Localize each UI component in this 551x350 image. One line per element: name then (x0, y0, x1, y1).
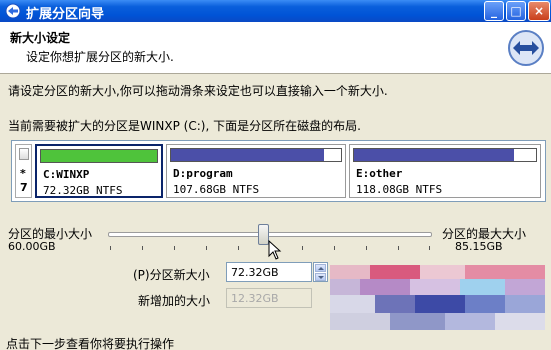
partition-e-usage-bar (353, 148, 537, 162)
disk-legend: * 7 (15, 144, 32, 198)
window-titlebar[interactable]: 扩展分区向导 _ □ × (0, 0, 551, 22)
window-title: 扩展分区向导 (26, 7, 105, 22)
resize-arrows-icon (508, 30, 544, 66)
partition-c-usage-fill (41, 150, 157, 162)
added-size-label: 新增加的大小 (138, 294, 211, 308)
disk-swatch (19, 148, 29, 160)
min-size-value: 60.00GB (8, 240, 56, 253)
disk-legend-star: * (20, 167, 26, 180)
partition-d-usage-fill (171, 149, 324, 161)
max-size-value: 85.15GB (455, 240, 503, 253)
partition-c-name: C:WINXP (43, 168, 90, 181)
partition-e-size: 118.08GB NTFS (356, 183, 443, 196)
partition-info-text: 当前需要被扩大的分区是WINXP (C:), 下面是分区所在磁盘的布局. (8, 119, 361, 133)
watermark-mosaic (330, 265, 545, 330)
partition-e[interactable]: E:other 118.08GB NTFS (349, 144, 541, 198)
footer-hint: 点击下一步查看你将要执行操作 (6, 337, 175, 350)
mouse-cursor-icon (268, 240, 282, 260)
size-slider-track[interactable] (108, 232, 432, 237)
disk-layout-map: * 7 C:WINXP 72.32GB NTFS D:program 107.6… (11, 140, 546, 202)
partition-c-size: 72.32GB NTFS (43, 184, 123, 197)
maximize-button[interactable]: □ (506, 1, 526, 21)
app-icon (5, 3, 21, 19)
new-size-spinner[interactable] (313, 262, 328, 282)
new-size-input[interactable] (226, 262, 312, 282)
partition-e-name: E:other (356, 167, 403, 180)
disk-legend-number: 7 (20, 181, 28, 194)
wizard-header: 新大小设定 设定你想扩展分区的新大小. (0, 22, 551, 74)
instruction-text: 请设定分区的新大小,你可以拖动滑条来设定也可以直接输入一个新大小. (8, 84, 388, 98)
partition-c[interactable]: C:WINXP 72.32GB NTFS (35, 144, 163, 198)
spin-arrows-icon (318, 267, 324, 279)
page-subtitle: 设定你想扩展分区的新大小. (26, 50, 174, 64)
close-button[interactable]: × (528, 1, 550, 21)
new-size-label: (P)分区新大小 (133, 268, 210, 282)
minimize-button[interactable]: _ (484, 1, 504, 21)
partition-d-usage-bar (170, 148, 342, 162)
added-size-input (226, 288, 312, 308)
partition-e-usage-fill (354, 149, 515, 161)
partition-d[interactable]: D:program 107.68GB NTFS (166, 144, 346, 198)
partition-c-usage-bar (40, 149, 158, 163)
partition-d-name: D:program (173, 167, 233, 180)
page-title: 新大小设定 (10, 31, 71, 45)
partition-d-size: 107.68GB NTFS (173, 183, 260, 196)
